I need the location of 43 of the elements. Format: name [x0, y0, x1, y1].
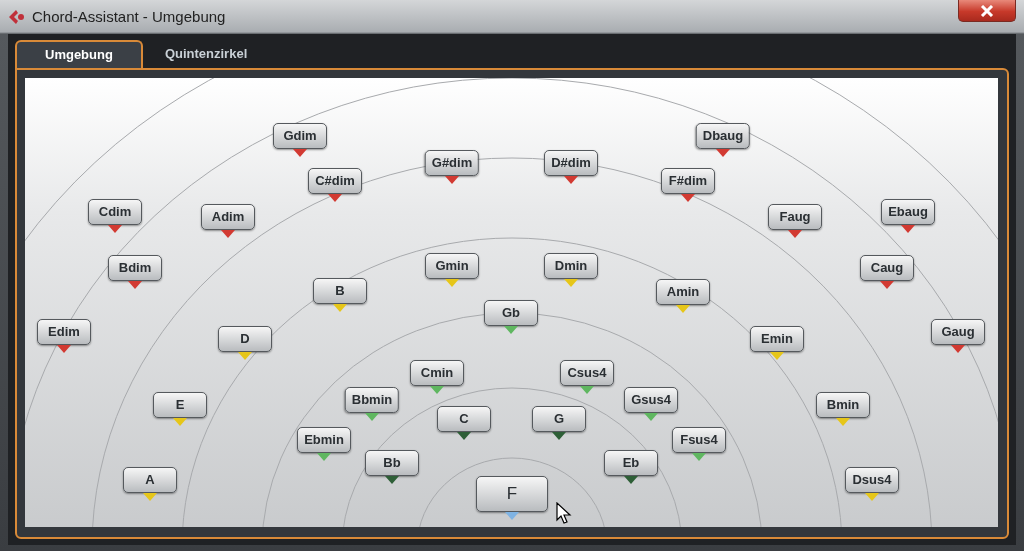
chord-button[interactable]: Amin — [656, 279, 710, 305]
close-button[interactable] — [958, 0, 1016, 22]
chord-button[interactable]: D — [218, 326, 272, 352]
chord-button[interactable]: Cmin — [410, 360, 464, 386]
chord-button[interactable]: E — [153, 392, 207, 418]
app-logo-icon — [8, 9, 26, 25]
chord-button[interactable]: Fsus4 — [672, 427, 726, 453]
chord-button[interactable]: Gmin — [425, 253, 479, 279]
chord-button[interactable]: Ebmin — [297, 427, 351, 453]
chord-button[interactable]: Edim — [37, 319, 91, 345]
chord-button[interactable]: Bmin — [816, 392, 870, 418]
chord-button[interactable]: D#dim — [544, 150, 598, 176]
chord-button[interactable]: Gb — [484, 300, 538, 326]
chord-button[interactable]: Csus4 — [560, 360, 614, 386]
tab[interactable]: Umgebung — [15, 40, 143, 68]
chord-button[interactable]: C — [437, 406, 491, 432]
chord-button[interactable]: A — [123, 467, 177, 493]
chord-button[interactable]: G — [532, 406, 586, 432]
chord-button[interactable]: Emin — [750, 326, 804, 352]
chord-button[interactable]: Dmin — [544, 253, 598, 279]
chord-button[interactable]: B — [313, 278, 367, 304]
chord-button[interactable]: Dbaug — [695, 123, 751, 149]
mouse-pointer-icon — [556, 502, 572, 526]
chord-button[interactable]: Ebaug — [881, 199, 935, 225]
chord-button[interactable]: Adim — [201, 204, 255, 230]
chord-button[interactable]: Bdim — [108, 255, 162, 281]
chord-button[interactable]: Bbmin — [344, 387, 400, 413]
chord-button[interactable]: Dsus4 — [845, 467, 899, 493]
chord-button[interactable]: Gaug — [931, 319, 985, 345]
chord-button[interactable]: F#dim — [661, 168, 715, 194]
chord-button[interactable]: Eb — [604, 450, 658, 476]
chord-button[interactable]: Caug — [860, 255, 914, 281]
chord-button[interactable]: F — [476, 476, 548, 512]
chord-button[interactable]: Cdim — [88, 199, 142, 225]
chord-button[interactable]: C#dim — [308, 168, 362, 194]
chord-button[interactable]: Gsus4 — [624, 387, 678, 413]
chord-button[interactable]: G#dim — [424, 150, 480, 176]
chord-button[interactable]: Faug — [768, 204, 822, 230]
window-title: Chord-Assistant - Umgebung — [32, 6, 226, 27]
chord-button[interactable]: Bb — [365, 450, 419, 476]
chord-button[interactable]: Gdim — [273, 123, 327, 149]
tab[interactable]: Quintenzirkel — [142, 40, 270, 68]
close-icon — [980, 4, 994, 17]
